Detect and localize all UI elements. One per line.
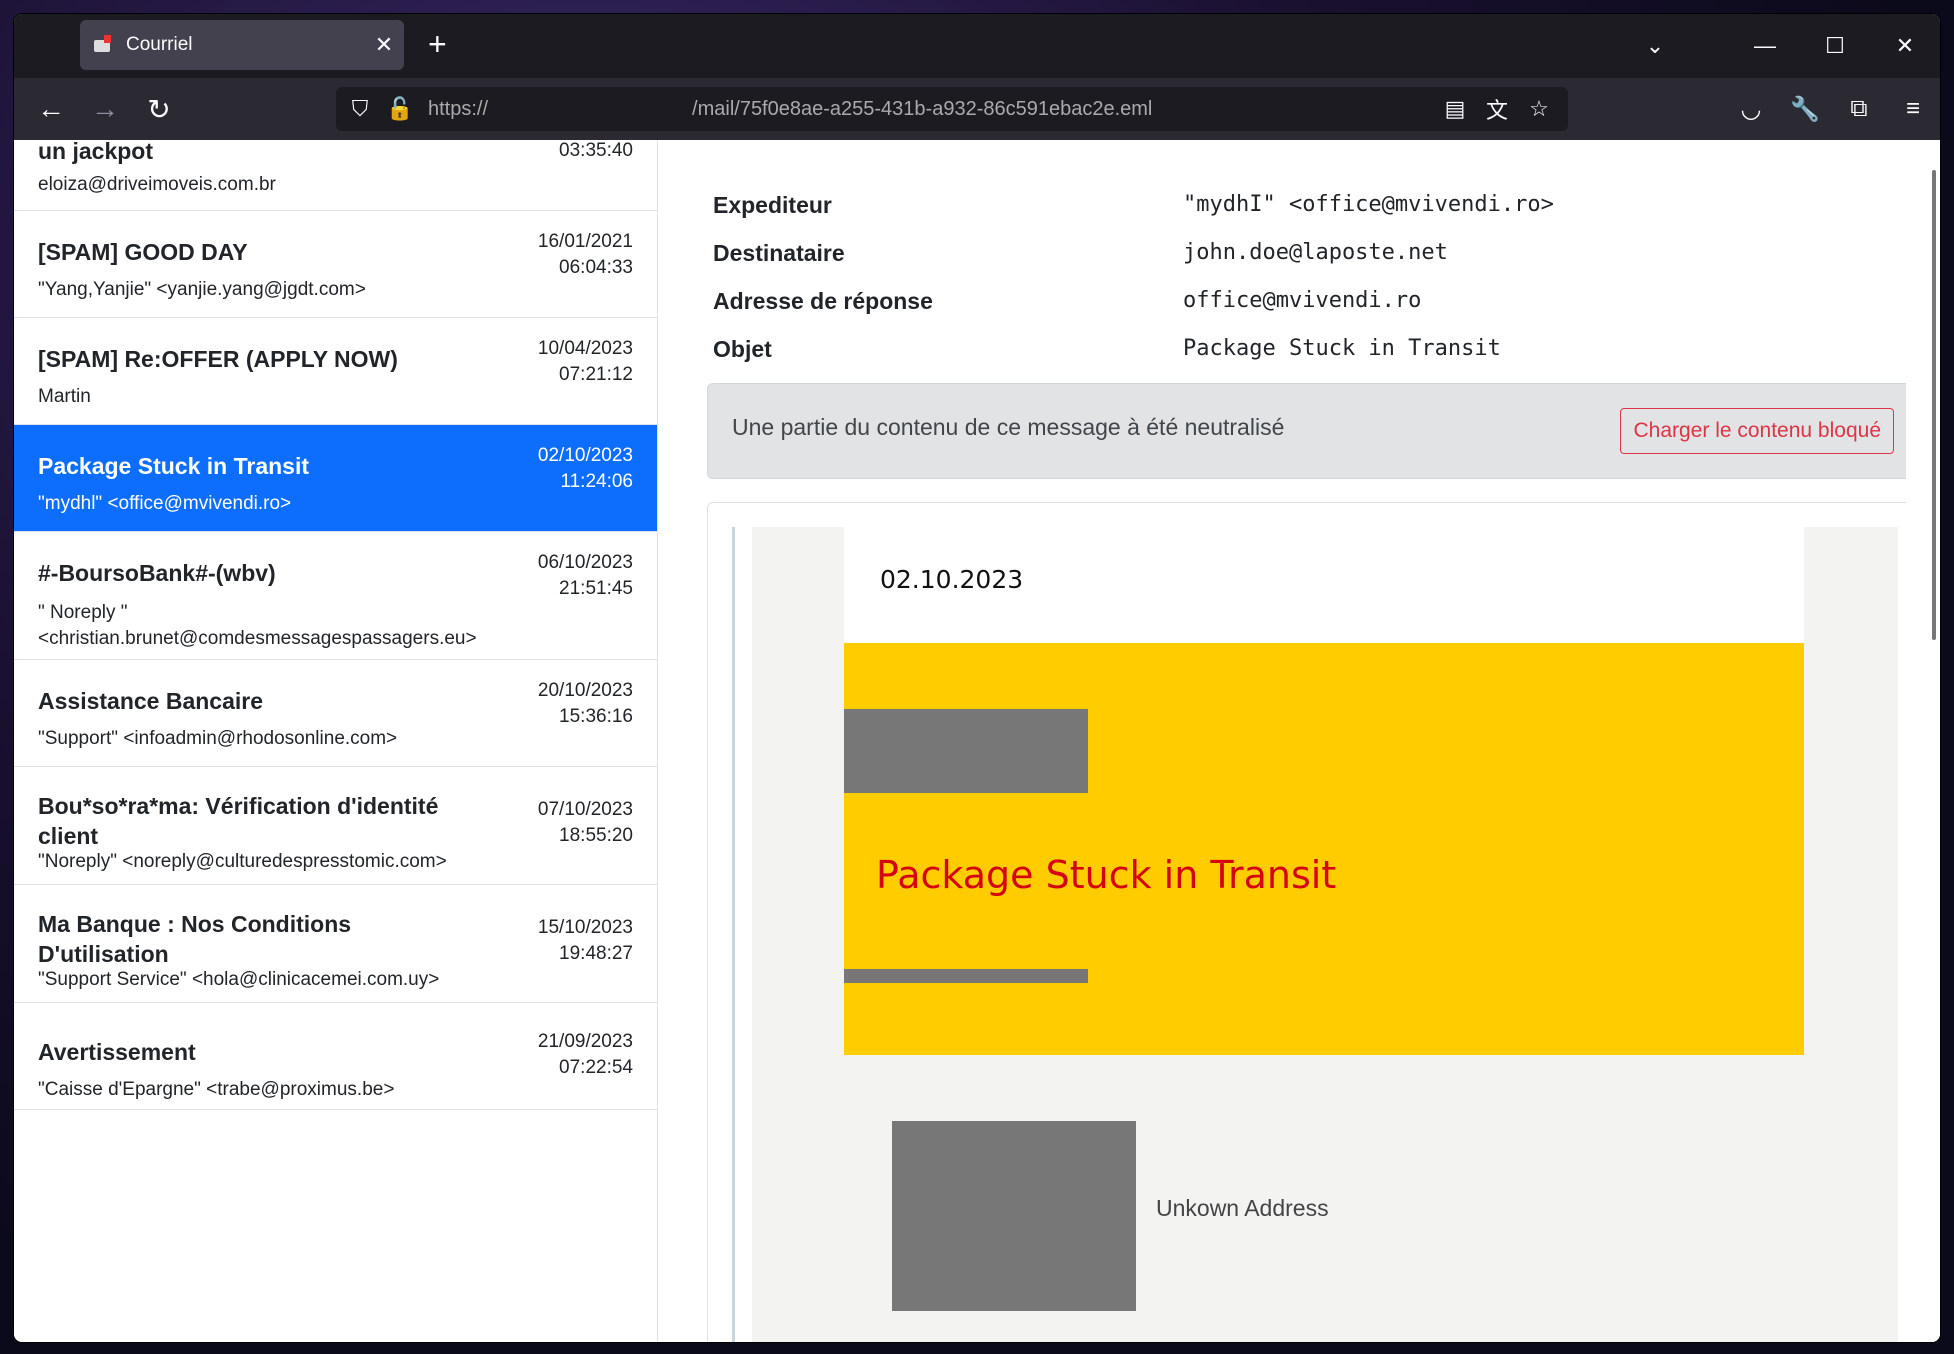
pocket-icon[interactable]: ◡ bbox=[1724, 95, 1778, 124]
list-item-date: 06/10/2023 21:51:45 bbox=[537, 552, 633, 599]
list-item-from: eloiza@driveimoveis.com.br bbox=[38, 174, 276, 195]
message-viewer: Expediteur "mydhI" <office@mvivendi.ro> … bbox=[677, 140, 1906, 1342]
list-item-from: "Noreply" <noreply@culturedespresstomic.… bbox=[38, 851, 447, 872]
extensions-icon[interactable]: ⧉ bbox=[1832, 95, 1886, 123]
lock-warning-icon[interactable]: 🔓 bbox=[380, 96, 420, 122]
list-item-subject: [SPAM] GOOD DAY bbox=[38, 239, 248, 265]
list-item-from: Martin bbox=[38, 386, 91, 407]
nav-bar: ← → ↻ ⛉ 🔓 https:// /mail/75f0e8ae-a255-4… bbox=[14, 78, 1940, 140]
list-item-date: 21/09/2023 07:22:54 bbox=[537, 1031, 633, 1078]
list-item-from: " Noreply " <christian.brunet@comdesmess… bbox=[38, 602, 477, 649]
list-item-from: "Caisse d'Epargne" <trabe@proximus.be> bbox=[38, 1079, 395, 1100]
list-item-from: "mydhl" <office@mvivendi.ro> bbox=[38, 493, 292, 514]
page-content: un jackpot eloiza@driveimoveis.com.br 03… bbox=[14, 140, 1940, 1342]
list-item-date: 02/10/2023 11:24:06 bbox=[537, 445, 633, 492]
blocked-image-placeholder bbox=[892, 1121, 1136, 1311]
blocked-image-placeholder bbox=[844, 709, 1088, 793]
back-icon[interactable]: ← bbox=[24, 93, 78, 125]
url-path: /mail/75f0e8ae-a255-431b-a932-86c591ebac… bbox=[692, 97, 1153, 120]
list-item-date: 07/10/2023 18:55:20 bbox=[537, 799, 633, 846]
blocked-content-alert: Une partie du contenu de ce message à ét… bbox=[707, 383, 1906, 479]
list-item-subject: [SPAM] Re:OFFER (APPLY NOW) bbox=[38, 346, 398, 372]
list-item[interactable]: Bou*so*ra*ma: Vérification d'identité cl… bbox=[14, 767, 657, 885]
list-item-date: 20/10/2023 15:36:16 bbox=[537, 680, 633, 727]
list-item[interactable]: [SPAM] Re:OFFER (APPLY NOW) Martin 10/04… bbox=[14, 318, 657, 425]
list-item-date: 15/10/2023 19:48:27 bbox=[537, 917, 633, 964]
list-item-subject: #-BoursoBank#-(wbv) bbox=[38, 560, 276, 586]
new-tab-icon[interactable]: + bbox=[428, 26, 447, 62]
list-item-subject: Bou*so*ra*ma: Vérification d'identité cl… bbox=[38, 793, 439, 849]
message-body: 02.10.2023 Package Stuck in Transit Unko… bbox=[707, 502, 1906, 1342]
email-frame: 02.10.2023 Package Stuck in Transit Unko… bbox=[752, 527, 1898, 1342]
email-header-area: 02.10.2023 bbox=[844, 527, 1804, 643]
list-item-subject: un jackpot bbox=[38, 140, 154, 164]
tab-title: Courriel bbox=[126, 34, 193, 55]
list-item[interactable]: un jackpot eloiza@driveimoveis.com.br 03… bbox=[14, 140, 657, 211]
alert-text: Une partie du contenu de ce message à ét… bbox=[732, 414, 1285, 440]
address-text: Unkown Address bbox=[1156, 1195, 1329, 1221]
translate-icon[interactable]: 文 bbox=[1476, 93, 1518, 125]
list-item-date: 03:35:40 bbox=[559, 140, 633, 161]
list-item-subject: Ma Banque : Nos Conditions D'utilisation bbox=[38, 911, 352, 967]
reader-view-icon[interactable]: ▤ bbox=[1434, 96, 1476, 122]
list-item-date: 16/01/2021 06:04:33 bbox=[537, 231, 633, 278]
list-item[interactable]: Assistance Bancaire "Support" <infoadmin… bbox=[14, 660, 657, 767]
reload-icon[interactable]: ↻ bbox=[132, 93, 186, 126]
banner-title: Package Stuck in Transit bbox=[876, 853, 1337, 897]
minimize-icon[interactable]: — bbox=[1730, 33, 1800, 59]
tab-courriel[interactable]: Courriel ✕ bbox=[80, 20, 404, 70]
url-scheme: https:// bbox=[428, 97, 489, 120]
list-item-subject: Package Stuck in Transit bbox=[38, 453, 310, 479]
browser-window: Courriel ✕ + ⌄ — ☐ ✕ ← → ↻ ⛉ 🔓 https:// … bbox=[14, 14, 1940, 1342]
email-banner: Package Stuck in Transit bbox=[844, 643, 1804, 1055]
close-tab-icon[interactable]: ✕ bbox=[364, 32, 404, 58]
list-item-from: "Support Service" <hola@clinicacemei.com… bbox=[38, 969, 440, 990]
wrench-icon[interactable]: 🔧 bbox=[1778, 95, 1832, 124]
menu-icon[interactable]: ≡ bbox=[1886, 95, 1940, 123]
email-date: 02.10.2023 bbox=[880, 565, 1024, 594]
bookmark-star-icon[interactable]: ☆ bbox=[1518, 96, 1560, 122]
forward-icon[interactable]: → bbox=[78, 93, 132, 125]
blocked-image-placeholder bbox=[844, 969, 1088, 983]
maximize-icon[interactable]: ☐ bbox=[1800, 33, 1870, 59]
list-item[interactable]: Ma Banque : Nos Conditions D'utilisation… bbox=[14, 885, 657, 1003]
list-item-subject: Avertissement bbox=[38, 1039, 196, 1065]
list-item-date: 10/04/2023 07:21:12 bbox=[537, 338, 633, 385]
list-item[interactable]: #-BoursoBank#-(wbv) " Noreply " <christi… bbox=[14, 532, 657, 660]
shield-icon[interactable]: ⛉ bbox=[340, 96, 380, 122]
quote-bar bbox=[732, 527, 735, 1342]
list-item-active[interactable]: Package Stuck in Transit "mydhl" <office… bbox=[14, 425, 657, 532]
list-tabs-icon[interactable]: ⌄ bbox=[1620, 33, 1690, 59]
close-window-icon[interactable]: ✕ bbox=[1870, 33, 1940, 59]
tab-bar: Courriel ✕ + ⌄ — ☐ ✕ bbox=[14, 14, 1940, 78]
list-item-from: "Support" <infoadmin@rhodosonline.com> bbox=[38, 728, 398, 749]
url-bar[interactable]: ⛉ 🔓 https:// /mail/75f0e8ae-a255-431b-a9… bbox=[336, 87, 1568, 131]
message-list: un jackpot eloiza@driveimoveis.com.br 03… bbox=[14, 140, 658, 1342]
list-item-subject: Assistance Bancaire bbox=[38, 688, 264, 714]
mailbox-icon bbox=[92, 34, 114, 56]
list-item[interactable]: [SPAM] GOOD DAY "Yang,Yanjie" <yanjie.ya… bbox=[14, 211, 657, 318]
list-item-from: "Yang,Yanjie" <yanjie.yang@jgdt.com> bbox=[38, 279, 366, 300]
list-item[interactable]: Avertissement "Caisse d'Epargne" <trabe@… bbox=[14, 1003, 657, 1110]
load-blocked-content-button[interactable]: Charger le contenu bloqué bbox=[1620, 408, 1894, 454]
scrollbar[interactable] bbox=[1932, 170, 1936, 640]
